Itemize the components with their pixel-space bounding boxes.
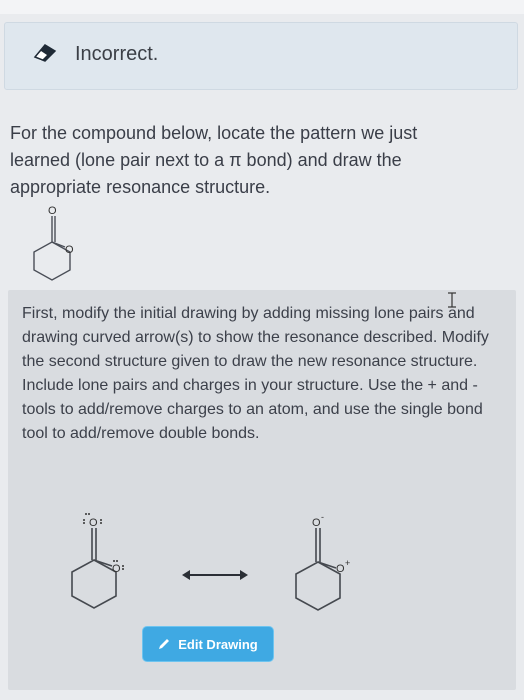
right-carbonyl-charge: - bbox=[321, 512, 324, 522]
resonance-arrow-icon bbox=[182, 570, 248, 580]
top-strip bbox=[0, 0, 524, 14]
left-resonance-structure[interactable]: O O bbox=[54, 510, 144, 620]
eraser-icon bbox=[33, 44, 57, 62]
left-carbonyl-o: O bbox=[89, 517, 98, 529]
edit-drawing-button[interactable]: Edit Drawing bbox=[142, 626, 274, 662]
left-ring-o: O bbox=[112, 563, 121, 575]
feedback-banner: Incorrect. bbox=[4, 22, 518, 90]
right-carbonyl-o: O bbox=[312, 517, 321, 529]
edit-drawing-label: Edit Drawing bbox=[178, 636, 258, 652]
text-cursor-icon bbox=[448, 292, 456, 308]
initial-carbonyl-o: O bbox=[48, 205, 57, 217]
banner-status: Incorrect. bbox=[75, 43, 159, 65]
right-ring-o: O bbox=[336, 563, 345, 575]
right-resonance-structure[interactable]: O - O + bbox=[278, 512, 368, 622]
pencil-icon bbox=[159, 639, 170, 649]
initial-molecule: O O bbox=[33, 205, 74, 281]
question-text: For the compound below, locate the patte… bbox=[10, 123, 418, 197]
initial-ring-o: O bbox=[65, 244, 74, 256]
drawing-panel: First, modify the initial drawing by add… bbox=[8, 290, 516, 690]
right-ring-charge: + bbox=[345, 558, 350, 568]
instructions-text: First, modify the initial drawing by add… bbox=[22, 305, 489, 442]
